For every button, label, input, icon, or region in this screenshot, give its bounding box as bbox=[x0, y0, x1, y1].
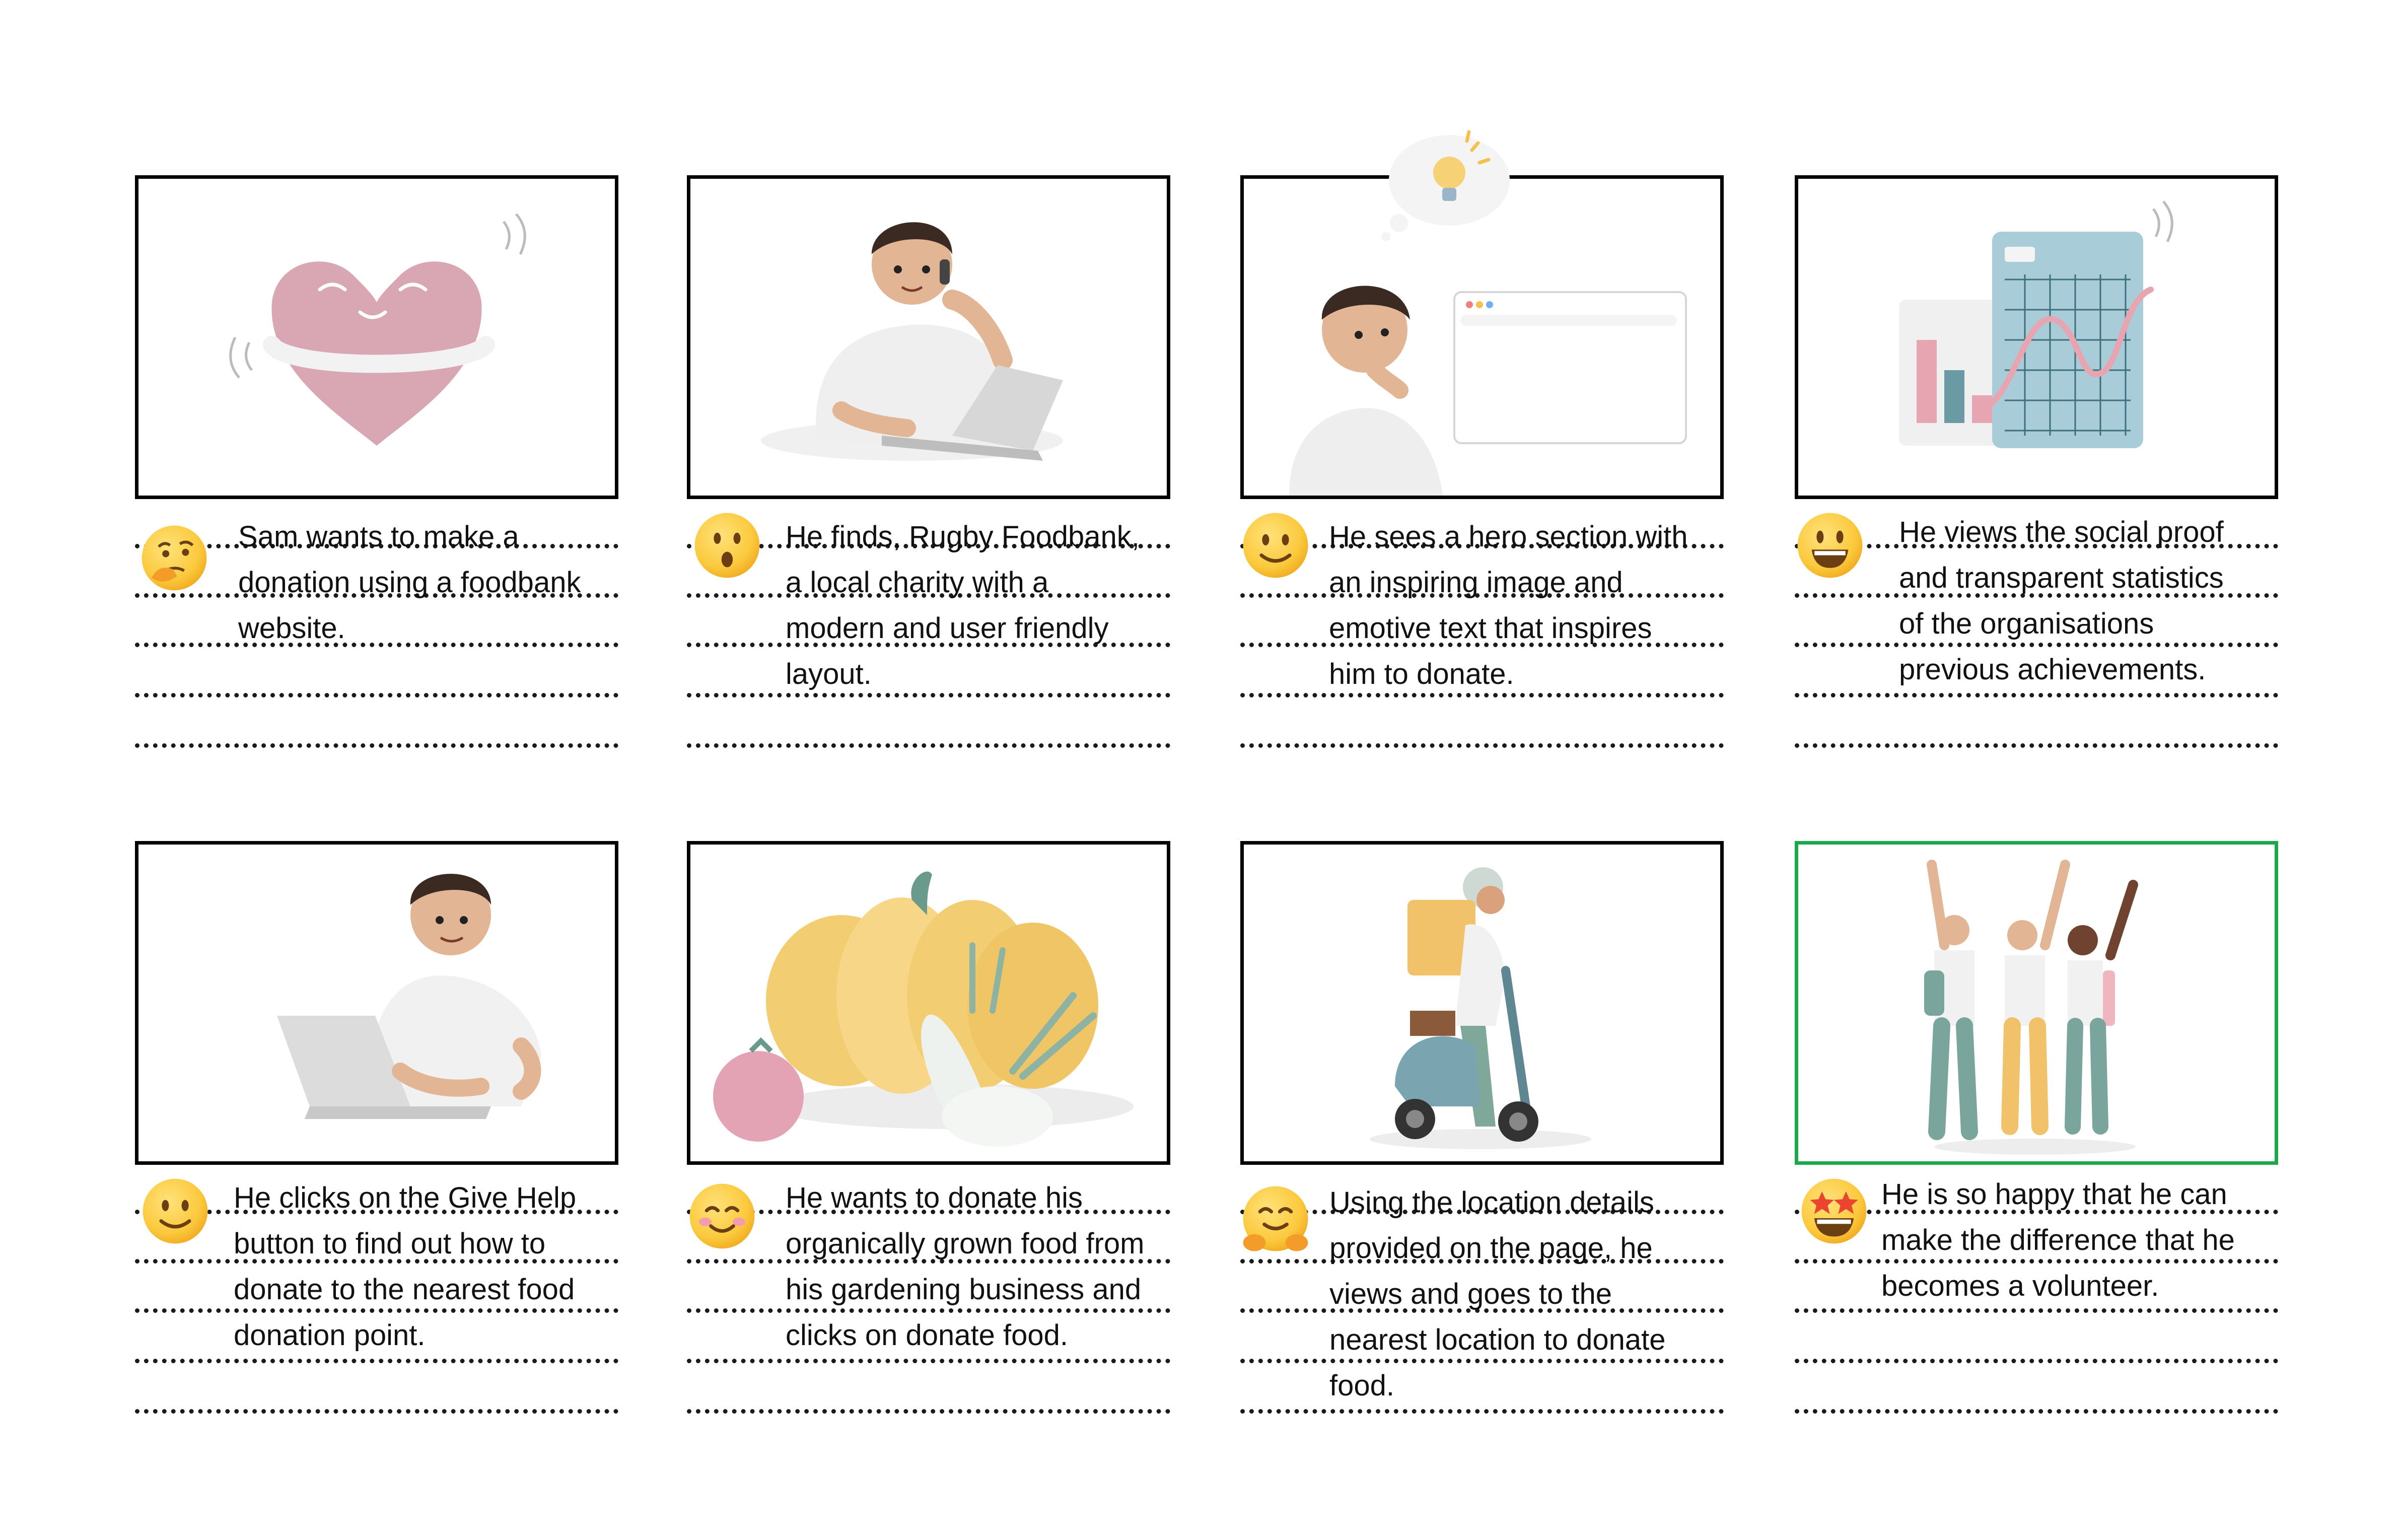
man-laptop-illustration bbox=[277, 874, 541, 1119]
writing-line bbox=[687, 1359, 1170, 1363]
slightly-smiling-face-icon bbox=[140, 1176, 210, 1246]
panel-7-frame bbox=[1240, 841, 1724, 1165]
writing-line bbox=[687, 1409, 1170, 1414]
panel-1-frame bbox=[135, 175, 618, 499]
slightly-smiling-face-icon bbox=[1240, 510, 1311, 581]
writing-line bbox=[1795, 1308, 2278, 1313]
smiling-blush-face-icon bbox=[687, 1181, 757, 1251]
panel-6-caption: He wants to donate his organically grown… bbox=[786, 1181, 1145, 1352]
man-phone-laptop-illustration bbox=[761, 222, 1063, 461]
writing-line bbox=[1795, 1409, 2278, 1414]
writing-line bbox=[135, 1409, 618, 1414]
panel-4-caption: He views the social proof and transparen… bbox=[1899, 516, 2224, 686]
delivery-scooter-illustration bbox=[1370, 867, 1591, 1149]
writing-line bbox=[1240, 743, 1724, 748]
writing-line bbox=[1240, 1409, 1724, 1414]
celebrating-group-illustration bbox=[1924, 860, 2138, 1155]
writing-line bbox=[135, 693, 618, 697]
writing-line bbox=[135, 1359, 618, 1363]
panel-1-caption: Sam wants to make a donation using a foo… bbox=[238, 520, 581, 645]
writing-line bbox=[687, 743, 1170, 748]
idea-thought-bubble bbox=[1381, 130, 1510, 241]
panel-3-caption: He sees a hero section with an inspiring… bbox=[1329, 520, 1688, 690]
panel-8-frame bbox=[1795, 841, 2278, 1165]
hugging-face-icon bbox=[1240, 1183, 1311, 1254]
panel-6-frame bbox=[687, 841, 1170, 1165]
star-struck-face-icon bbox=[1799, 1176, 1869, 1246]
thinking-face-icon bbox=[139, 523, 209, 593]
panel-2-caption: He finds, Rugby Foodbank, a local charit… bbox=[786, 520, 1140, 690]
panel-4-frame bbox=[1795, 175, 2278, 499]
panel-7-caption: Using the location details provided on t… bbox=[1329, 1186, 1666, 1402]
panel-5-frame bbox=[135, 841, 618, 1165]
surprised-face-icon bbox=[692, 510, 762, 581]
vegetables-illustration bbox=[713, 871, 1134, 1147]
heart-hug-illustration bbox=[229, 213, 526, 446]
writing-line bbox=[1795, 743, 2278, 748]
writing-line bbox=[1795, 693, 2278, 697]
panel-5-caption: He clicks on the Give Help button to fin… bbox=[234, 1181, 577, 1352]
writing-line bbox=[135, 743, 618, 748]
panel-8-caption: He is so happy that he can make the diff… bbox=[1881, 1178, 2235, 1302]
statistics-chart-illustration bbox=[1899, 200, 2173, 448]
grinning-face-icon bbox=[1795, 510, 1865, 581]
panel-2-frame bbox=[687, 175, 1170, 499]
writing-line bbox=[1795, 1359, 2278, 1363]
